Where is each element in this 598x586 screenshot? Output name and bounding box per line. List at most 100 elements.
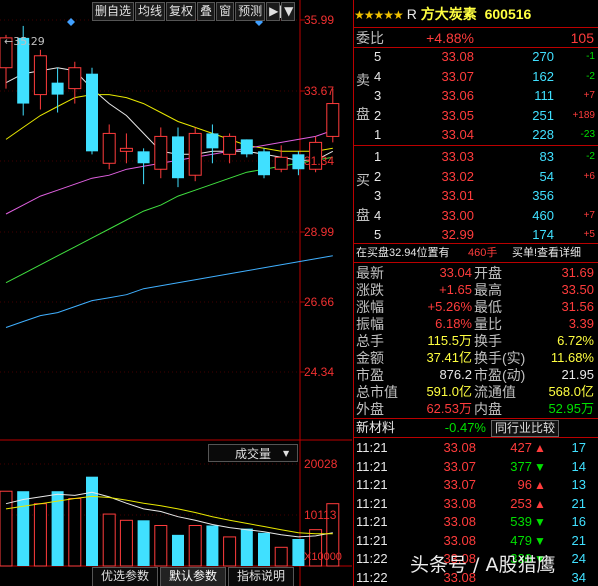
bid-level-row[interactable]: 1 33.03 83 -2	[354, 148, 598, 166]
candle-body	[223, 135, 237, 155]
kline-chart-area[interactable]: 删自选 均线 复权 叠 窗 预测 ▶| ▼ ←35.29 35.99 33.67…	[0, 0, 352, 586]
margin-flag: R	[406, 6, 417, 22]
level-change: -23	[580, 129, 595, 140]
stock-code: 600516	[484, 6, 532, 22]
level-price: 33.07	[441, 68, 474, 84]
ask-level-row[interactable]: 1 33.04 228 -23	[354, 126, 598, 144]
arrow-down-icon: ▼	[534, 459, 546, 474]
info-row: 市盈 876.2 市盈(动) 21.95	[354, 366, 598, 384]
ask-level-row[interactable]: 2 33.05 251 +189	[354, 107, 598, 125]
notice-detail-link[interactable]: 买单!查看详细	[512, 244, 581, 262]
indicator-selector[interactable]: 成交量 ▼	[208, 444, 298, 462]
overlay-button[interactable]: 叠	[197, 2, 216, 21]
chevron-down-icon[interactable]: ▼	[281, 2, 296, 21]
peer-compare-button[interactable]: 同行业比较	[491, 420, 560, 437]
info-label: 最新	[356, 265, 384, 281]
volume-bar	[33, 503, 47, 567]
ask-level-row[interactable]: 4 33.07 162 -2	[354, 68, 598, 86]
tick-row: 11:21 33.07 377 ▼ 14	[354, 458, 598, 476]
volume-bar	[258, 532, 270, 566]
arrow-down-icon: ▼	[534, 533, 546, 548]
tick-count: 21	[571, 495, 586, 511]
bid-level-row[interactable]: 3 33.01 356	[354, 187, 598, 205]
tick-volume: 427	[510, 440, 532, 455]
candle-body	[240, 139, 253, 155]
stock-name: 方大炭素	[420, 6, 477, 22]
info-value: 876.2	[439, 367, 472, 382]
tick-time: 11:21	[356, 440, 388, 455]
level-change: +5	[583, 229, 595, 240]
volume-unit-label: X10000	[304, 551, 342, 563]
adjust-button[interactable]: 复权	[166, 2, 197, 21]
remove-watchlist-button[interactable]: 删自选	[92, 2, 135, 21]
tick-price: 33.07	[443, 477, 476, 492]
candle-body	[326, 103, 340, 137]
volume-bar	[86, 476, 98, 566]
forecast-button[interactable]: 预测	[235, 2, 266, 21]
level-price: 33.01	[441, 188, 474, 203]
info-value: 62.53万	[426, 401, 472, 416]
skip-end-icon[interactable]: ▶|	[266, 2, 282, 21]
level-number: 1	[374, 149, 382, 164]
level-volume: 174	[532, 227, 554, 242]
divider	[354, 145, 598, 146]
tab-preferred-params[interactable]: 优选参数	[92, 567, 159, 586]
info-value: 6.18%	[435, 316, 472, 331]
candle-body	[86, 73, 98, 152]
watermark: 头条号 / A股猎鹰	[410, 554, 556, 576]
divider	[354, 27, 598, 28]
moving-average-button[interactable]: 均线	[135, 2, 166, 21]
window-button[interactable]: 窗	[216, 2, 235, 21]
level-volume: 460	[532, 207, 554, 223]
volume-bar	[68, 497, 82, 567]
tick-count: 14	[571, 458, 586, 474]
divider	[354, 437, 598, 438]
price-axis-tick: 35.99	[304, 13, 335, 27]
large-order-notice[interactable]: 在买盘32.94位置有 460手 买单!查看详细	[354, 244, 598, 262]
volume-bar	[17, 491, 30, 566]
info-row: 涨幅 +5.26% 最低 31.56	[354, 298, 598, 316]
volume-bar	[137, 520, 150, 566]
chart-toolbar: 删自选 均线 复权 叠 窗 预测 ▶| ▼	[92, 2, 296, 21]
volume-bar	[119, 519, 133, 567]
level-volume: 228	[532, 127, 554, 142]
volume-bar	[51, 491, 64, 566]
price-axis-tick: 28.99	[304, 225, 335, 239]
volume-bar	[223, 536, 237, 567]
bid-level-row[interactable]: 4 33.00 460 +7	[354, 207, 598, 225]
tick-volume: 479	[510, 532, 532, 548]
level-volume: 356	[532, 188, 554, 203]
level-price: 33.03	[441, 149, 474, 164]
info-label: 总手	[356, 333, 384, 349]
tick-row: 11:21 33.07 96 ▲ 13	[354, 476, 598, 494]
tick-time: 11:21	[356, 458, 388, 474]
ask-level-row[interactable]: 5 33.08 270 -1	[354, 48, 598, 66]
tick-price: 33.07	[443, 458, 476, 474]
volume-axis-tick: 20028	[304, 457, 338, 471]
info-value: 31.69	[561, 265, 594, 280]
info-value: 115.5万	[427, 333, 472, 348]
ask-level-row[interactable]: 3 33.06 111 +7	[354, 87, 598, 105]
tick-price: 33.08	[443, 532, 476, 548]
divider	[354, 262, 598, 263]
level-number: 4	[374, 68, 382, 84]
level-change: +189	[572, 109, 595, 121]
info-label: 最低	[474, 299, 502, 315]
tab-default-params[interactable]: 默认参数	[160, 567, 227, 586]
info-label: 流通值	[474, 384, 516, 400]
candle-body	[137, 151, 150, 164]
tick-volume: 96	[517, 477, 532, 492]
notice-volume: 460手	[468, 247, 498, 259]
volume-bar	[172, 534, 184, 566]
tick-volume: 539	[510, 514, 532, 529]
bid-level-row[interactable]: 5 32.99 174 +5	[354, 226, 598, 244]
tab-indicator-help[interactable]: 指标说明	[228, 567, 295, 586]
info-value: 591.0亿	[426, 384, 472, 399]
volume-bar	[240, 528, 253, 566]
high-price-label: 35.29	[13, 35, 45, 48]
ma-line-ma10	[5, 94, 333, 152]
info-label: 最高	[474, 282, 502, 298]
bid-level-row[interactable]: 2 33.02 54 +6	[354, 168, 598, 186]
info-label: 外盘	[356, 401, 384, 417]
tick-row: 11:21 33.08 539 ▼ 16	[354, 513, 598, 531]
